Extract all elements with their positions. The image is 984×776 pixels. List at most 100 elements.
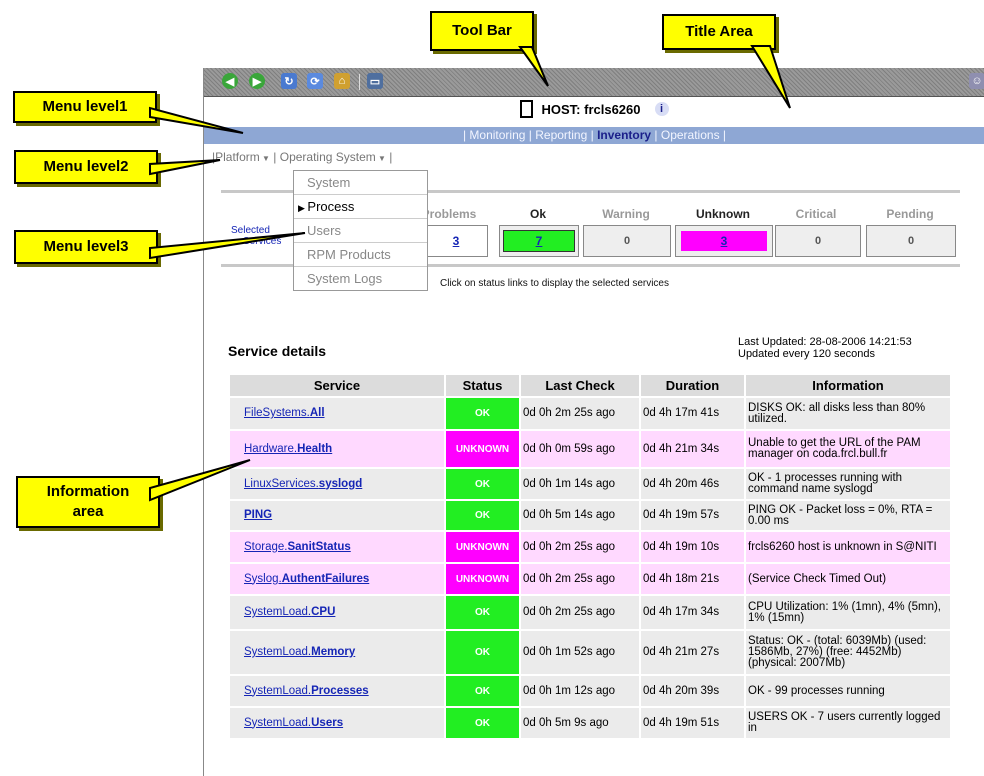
information-cell: Status: OK - (total: 6039Mb) (used: 1586…: [744, 629, 952, 676]
service-table-body: FileSystems.All OK 0d 0h 2m 25s ago 0d 4h 1…: [228, 396, 952, 740]
menu-monitoring[interactable]: Monitoring: [469, 128, 525, 142]
service-link[interactable]: SystemLoad.CPU: [244, 606, 335, 618]
service-group: Hardware.: [244, 442, 298, 455]
reload-icon[interactable]: ⟳: [307, 73, 323, 89]
last-check-cell: 0d 0h 1m 12s ago: [519, 674, 641, 708]
status-badge: OK: [475, 510, 490, 521]
menu-sep: |: [525, 128, 536, 142]
service-group: Storage.: [244, 540, 288, 553]
service-table: Service Status Last Check Duration Infor…: [228, 373, 952, 740]
count-unknown-value[interactable]: 3: [721, 234, 728, 248]
status-badge: OK: [475, 717, 490, 729]
count-critical: 0: [775, 225, 861, 257]
refresh-icon[interactable]: ↻: [281, 73, 297, 89]
service-group: SystemLoad.: [244, 684, 312, 697]
user-icon[interactable]: ☺: [969, 73, 984, 89]
menu3-system[interactable]: System: [294, 171, 427, 195]
col-status[interactable]: Status: [444, 373, 521, 398]
last-updated-text: Last Updated: 28-08-2006 14:21:53: [738, 336, 912, 348]
menu3-process[interactable]: ▶ Process: [294, 195, 427, 219]
header-pending: Pending: [886, 207, 934, 221]
service-item: Processes: [311, 684, 369, 697]
service-group: SystemLoad.: [244, 716, 312, 729]
service-link[interactable]: LinuxServices.syslogd: [244, 478, 362, 490]
service-group: FileSystems.: [244, 407, 310, 419]
menu3-rpm-products[interactable]: RPM Products: [294, 243, 427, 267]
col-service[interactable]: Service: [228, 373, 446, 398]
home-icon[interactable]: ⌂: [334, 73, 350, 89]
menu-inventory[interactable]: Inventory: [597, 128, 651, 142]
menu3-system-logs[interactable]: System Logs: [294, 267, 427, 290]
menu-reporting[interactable]: Reporting: [535, 128, 587, 142]
duration-cell: 0d 4h 20m 46s: [639, 467, 746, 501]
service-link[interactable]: Syslog.AuthentFailures: [244, 573, 369, 585]
service-group: LinuxServices.: [244, 477, 319, 490]
menu3-users[interactable]: Users: [294, 219, 427, 243]
count-ok[interactable]: 7: [499, 225, 579, 257]
service-link[interactable]: SystemLoad.Users: [244, 717, 343, 729]
annotation-menu-level1: Menu level1: [13, 91, 157, 123]
status-badge: UNKNOWN: [455, 541, 510, 553]
count-problems-value[interactable]: 3: [453, 234, 460, 248]
service-name-cell: SystemLoad.CPU: [228, 594, 446, 631]
service-item: Memory: [311, 646, 356, 658]
col-last-check[interactable]: Last Check: [519, 373, 641, 398]
last-check-cell: 0d 0h 2m 25s ago: [519, 396, 641, 431]
table-row: PING OK 0d 0h 5m 14s ago 0d 4h 19m 57s PING …: [228, 499, 952, 532]
count-problems[interactable]: 3: [424, 225, 488, 257]
duration-cell: 0d 4h 19m 51s: [639, 706, 746, 740]
forward-icon[interactable]: ▶: [249, 73, 265, 89]
window-icon[interactable]: ▭: [367, 73, 383, 89]
status-badge: OK: [475, 607, 490, 618]
header-ok: Ok: [529, 207, 546, 221]
toolbar-separator: [359, 74, 360, 90]
duration-cell: 0d 4h 19m 10s: [639, 530, 746, 564]
status-badge: OK: [475, 408, 490, 419]
count-ok-fill: 7: [502, 230, 576, 252]
table-header-row: Service Status Last Check Duration Infor…: [228, 373, 952, 398]
menu-level-1: | Monitoring | Reporting | Inventory | O…: [204, 127, 984, 144]
menu-level-3-dropdown: System ▶ Process Users RPM Products Syst…: [293, 170, 428, 291]
annotation-information-area: Information area: [16, 476, 160, 528]
menu-operating-system[interactable]: Operating System: [280, 150, 376, 164]
service-name-cell: FileSystems.All: [228, 396, 446, 431]
duration-cell: 0d 4h 21m 34s: [639, 429, 746, 469]
count-unknown[interactable]: 3: [675, 225, 773, 257]
service-link[interactable]: Storage.SanitStatus: [244, 541, 351, 553]
server-icon: [520, 100, 534, 118]
back-icon[interactable]: ◀: [222, 73, 238, 89]
status-badge: OK: [475, 685, 490, 697]
service-name-cell: LinuxServices.syslogd: [228, 467, 446, 501]
col-duration[interactable]: Duration: [639, 373, 746, 398]
col-information[interactable]: Information: [744, 373, 952, 398]
triangle-right-icon: ▶: [298, 203, 308, 213]
table-row: SystemLoad.Users OK 0d 0h 5m 9s ago 0d 4h 1…: [228, 706, 952, 740]
menu-operations[interactable]: Operations: [661, 128, 720, 142]
annotation-menu-level3: Menu level3: [14, 230, 158, 264]
last-check-cell: 0d 0h 2m 25s ago: [519, 562, 641, 596]
info-icon[interactable]: i: [654, 102, 669, 116]
service-link[interactable]: SystemLoad.Memory: [244, 646, 355, 658]
status-cell: OK: [444, 467, 521, 501]
title-area: HOST: frcls6260 i: [204, 98, 984, 120]
annotation-menu-level2: Menu level2: [14, 150, 158, 184]
duration-cell: 0d 4h 20m 39s: [639, 674, 746, 708]
service-item: syslogd: [318, 477, 363, 490]
count-ok-value[interactable]: 7: [536, 234, 543, 248]
status-hint: Click on status links to display the sel…: [440, 278, 669, 289]
table-row: Hardware.Health UNKNOWN 0d 0h 0m 59s ago 0d…: [228, 429, 952, 469]
service-link[interactable]: SystemLoad.Processes: [244, 685, 369, 697]
duration-cell: 0d 4h 21m 27s: [639, 629, 746, 676]
last-updated: Last Updated: 28-08-2006 14:21:53 Update…: [738, 336, 912, 360]
service-item: All: [309, 407, 325, 419]
service-item: Health: [297, 442, 333, 455]
service-link[interactable]: Hardware.Health: [244, 443, 332, 455]
service-link[interactable]: FileSystems.All: [244, 407, 325, 419]
last-check-cell: 0d 0h 2m 25s ago: [519, 594, 641, 631]
information-cell: PING OK - Packet loss = 0%, RTA = 0.00 m…: [744, 499, 952, 532]
table-row: LinuxServices.syslogd OK 0d 0h 1m 14s ago 0…: [228, 467, 952, 501]
status-badge: UNKNOWN: [455, 443, 510, 455]
menu-platform[interactable]: Platform: [215, 150, 260, 164]
information-cell: Unable to get the URL of the PAM manager…: [744, 429, 952, 469]
service-link[interactable]: PING: [244, 509, 272, 521]
